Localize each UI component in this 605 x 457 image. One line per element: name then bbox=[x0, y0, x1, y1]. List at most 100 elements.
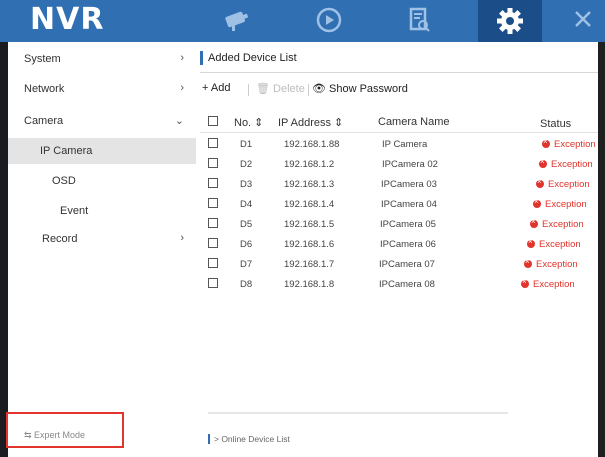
device-camera-name: IPCamera 05 bbox=[380, 219, 436, 230]
row-checkbox[interactable] bbox=[208, 278, 218, 288]
status-text: Exception bbox=[551, 159, 593, 170]
chevron-right-icon: › bbox=[180, 232, 184, 244]
sidebar-item-event[interactable]: Event bbox=[8, 198, 196, 224]
status-text: Exception bbox=[533, 279, 575, 290]
device-ip-address: 192.168.1.8 bbox=[284, 279, 335, 290]
error-icon bbox=[539, 157, 547, 168]
toolbar-divider bbox=[248, 84, 249, 96]
expert-mode-label: ⇆ Expert Mode bbox=[24, 430, 86, 440]
sidebar-item-system[interactable]: System › bbox=[8, 46, 196, 72]
column-status-header: Status bbox=[540, 118, 572, 130]
toolbar-divider bbox=[308, 84, 309, 96]
page-title: Added Device List bbox=[200, 51, 297, 65]
table-header: No. ⇕ IP Address ⇕ Camera Name Status bbox=[196, 112, 605, 132]
device-ip-address: 192.168.1.2 bbox=[284, 159, 335, 170]
delete-button[interactable]: 🗑 Delete bbox=[256, 82, 305, 95]
status-text: Exception bbox=[545, 199, 587, 210]
column-ip-header[interactable]: IP Address ⇕ bbox=[278, 116, 343, 129]
table-row[interactable]: D6 192.168.1.6 IPCamera 06 Exception bbox=[196, 234, 605, 254]
status-badge: Exception bbox=[536, 177, 590, 190]
sidebar-item-label: Event bbox=[60, 205, 89, 217]
main-panel: Added Device List + Add 🗑 Delete 👁 Show … bbox=[196, 42, 605, 457]
device-camera-name: IP Camera bbox=[382, 139, 428, 150]
playback-icon[interactable] bbox=[312, 6, 346, 34]
device-camera-name: IPCamera 04 bbox=[381, 199, 437, 210]
device-camera-name: IPCamera 02 bbox=[382, 159, 438, 170]
row-checkbox[interactable] bbox=[208, 198, 218, 208]
status-badge: Exception bbox=[527, 237, 581, 250]
error-icon bbox=[527, 237, 535, 248]
device-number: D2 bbox=[240, 159, 253, 170]
status-badge: Exception bbox=[524, 257, 578, 270]
device-number: D3 bbox=[240, 179, 253, 190]
column-name-header: Camera Name bbox=[378, 116, 450, 128]
error-icon bbox=[542, 137, 550, 148]
online-device-list-toggle[interactable]: > Online Device List bbox=[208, 434, 290, 444]
device-ip-address: 192.168.1.88 bbox=[284, 139, 340, 150]
device-ip-address: 192.168.1.7 bbox=[284, 259, 335, 270]
device-ip-address: 192.168.1.3 bbox=[284, 179, 335, 190]
horizontal-scrollbar[interactable] bbox=[208, 412, 508, 414]
online-device-list-label: > Online Device List bbox=[214, 434, 290, 444]
device-number: D7 bbox=[240, 259, 253, 270]
chevron-right-icon: › bbox=[180, 52, 184, 64]
table-row[interactable]: D7 192.168.1.7 IPCamera 07 Exception bbox=[196, 254, 605, 274]
status-badge: Exception bbox=[542, 137, 596, 150]
table-row[interactable]: D5 192.168.1.5 IPCamera 05 Exception bbox=[196, 214, 605, 234]
status-badge: Exception bbox=[539, 157, 593, 170]
column-no-header[interactable]: No. ⇕ bbox=[234, 116, 263, 129]
sidebar-item-ip-camera[interactable]: IP Camera bbox=[8, 138, 196, 164]
sidebar-item-label: System bbox=[24, 53, 61, 65]
expert-mode-button[interactable]: ⇆ Expert Mode bbox=[6, 412, 124, 448]
table-row[interactable]: D4 192.168.1.4 IPCamera 04 Exception bbox=[196, 194, 605, 214]
status-badge: Exception bbox=[530, 217, 584, 230]
chevron-right-icon: › bbox=[180, 82, 184, 94]
status-badge: Exception bbox=[521, 277, 575, 290]
show-password-button[interactable]: 👁 Show Password bbox=[312, 82, 408, 95]
table-row[interactable]: D8 192.168.1.8 IPCamera 08 Exception bbox=[196, 274, 605, 294]
status-text: Exception bbox=[554, 139, 596, 150]
sidebar-item-label: Network bbox=[24, 83, 65, 95]
nvr-logo: NVR bbox=[30, 2, 105, 37]
camera-icon[interactable] bbox=[222, 6, 256, 34]
table-row[interactable]: D1 192.168.1.88 IP Camera Exception bbox=[196, 134, 605, 154]
device-camera-name: IPCamera 07 bbox=[379, 259, 435, 270]
row-checkbox[interactable] bbox=[208, 178, 218, 188]
window-edge bbox=[598, 42, 605, 457]
top-navigation-bar: NVR bbox=[0, 0, 605, 42]
row-checkbox[interactable] bbox=[208, 138, 218, 148]
sidebar-item-label: OSD bbox=[52, 175, 76, 187]
sidebar-item-record[interactable]: Record › bbox=[8, 226, 196, 252]
status-badge: Exception bbox=[533, 197, 587, 210]
row-checkbox[interactable] bbox=[208, 158, 218, 168]
device-number: D4 bbox=[240, 199, 253, 210]
settings-icon[interactable] bbox=[478, 0, 542, 42]
sidebar-item-label: Camera bbox=[24, 115, 64, 127]
table-row[interactable]: D2 192.168.1.2 IPCamera 02 Exception bbox=[196, 154, 605, 174]
row-checkbox[interactable] bbox=[208, 218, 218, 228]
device-number: D5 bbox=[240, 219, 253, 230]
status-text: Exception bbox=[542, 219, 584, 230]
sidebar-item-network[interactable]: Network › bbox=[8, 76, 196, 102]
add-button[interactable]: + Add bbox=[202, 82, 230, 94]
device-number: D6 bbox=[240, 239, 253, 250]
row-checkbox[interactable] bbox=[208, 258, 218, 268]
select-all-checkbox[interactable] bbox=[208, 116, 218, 126]
device-number: D1 bbox=[240, 139, 253, 150]
status-text: Exception bbox=[548, 179, 590, 190]
device-camera-name: IPCamera 06 bbox=[380, 239, 436, 250]
row-checkbox[interactable] bbox=[208, 238, 218, 248]
search-icon[interactable] bbox=[402, 6, 436, 34]
sidebar-item-camera[interactable]: Camera ⌄ bbox=[8, 108, 196, 134]
sidebar-item-osd[interactable]: OSD bbox=[8, 168, 196, 194]
divider bbox=[200, 132, 600, 133]
device-ip-address: 192.168.1.4 bbox=[284, 199, 335, 210]
table-row[interactable]: D3 192.168.1.3 IPCamera 03 Exception bbox=[196, 174, 605, 194]
divider bbox=[200, 72, 600, 73]
device-ip-address: 192.168.1.6 bbox=[284, 239, 335, 250]
close-icon[interactable] bbox=[568, 6, 602, 34]
error-icon bbox=[533, 197, 541, 208]
section-marker bbox=[208, 434, 210, 444]
device-camera-name: IPCamera 08 bbox=[379, 279, 435, 290]
settings-sidebar: System › Network › Camera ⌄ IP Camera OS… bbox=[8, 42, 197, 457]
